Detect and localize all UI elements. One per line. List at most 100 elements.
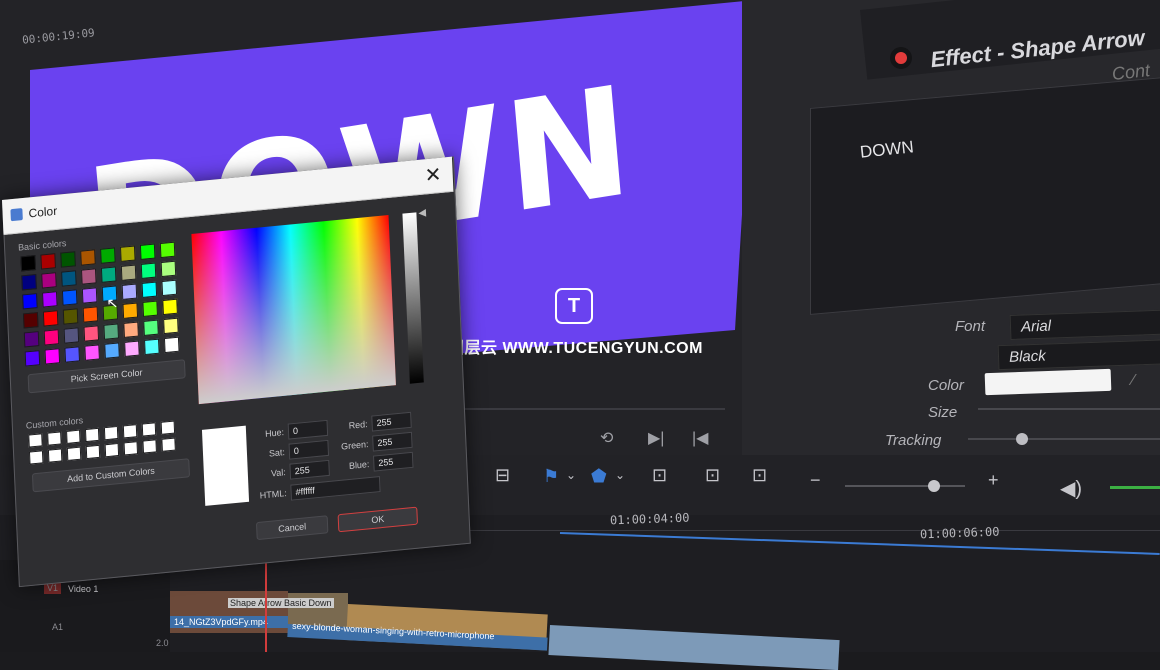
basic-color-swatch[interactable] [61, 270, 77, 287]
custom-color-swatch[interactable] [47, 448, 63, 463]
basic-color-swatch[interactable] [161, 279, 178, 297]
basic-color-swatch[interactable] [123, 321, 139, 338]
basic-color-swatch[interactable] [121, 283, 138, 300]
basic-color-swatch[interactable] [119, 245, 136, 262]
custom-color-swatch[interactable] [28, 433, 43, 448]
basic-color-swatch[interactable] [139, 243, 156, 260]
current-color-preview [201, 425, 250, 506]
custom-color-swatch[interactable] [84, 427, 100, 443]
custom-color-swatch[interactable] [103, 425, 119, 441]
basic-color-swatch[interactable] [82, 306, 99, 323]
custom-color-swatch[interactable] [160, 420, 176, 435]
basic-color-swatch[interactable] [162, 298, 178, 316]
zoom-full-icon[interactable]: ⊡ [652, 465, 667, 486]
custom-color-swatch[interactable] [104, 442, 120, 458]
custom-color-swatch[interactable] [85, 444, 101, 460]
custom-color-swatch[interactable] [161, 437, 176, 452]
basic-color-swatch[interactable] [100, 266, 117, 283]
basic-color-swatch[interactable] [42, 291, 58, 308]
ruler-timecode: 01:00:04:00 [609, 510, 690, 528]
basic-color-swatch[interactable] [120, 264, 137, 281]
basic-color-swatch[interactable] [40, 253, 56, 270]
zoom-slider[interactable] [845, 485, 965, 487]
font-select[interactable]: Arial [1009, 309, 1160, 340]
basic-color-swatch[interactable] [41, 272, 57, 289]
timeline-ruler[interactable] [420, 530, 1160, 531]
basic-color-swatch[interactable] [144, 338, 160, 356]
basic-color-swatch[interactable] [143, 319, 159, 337]
basic-color-swatch[interactable] [160, 260, 177, 278]
basic-color-swatch[interactable] [43, 329, 60, 346]
basic-color-swatch[interactable] [104, 342, 120, 359]
cursor-icon: ↖ [106, 294, 119, 312]
basic-color-swatch[interactable] [140, 262, 157, 280]
custom-color-swatch[interactable] [66, 446, 82, 461]
custom-color-swatch[interactable] [66, 429, 81, 444]
basic-color-swatch[interactable] [61, 289, 78, 306]
basic-color-swatch[interactable] [63, 327, 80, 344]
flag-icon[interactable]: ⚑ [543, 466, 559, 487]
viewer-scrubber[interactable] [420, 408, 725, 410]
basic-color-swatch[interactable] [100, 247, 116, 264]
track-a1-badge[interactable]: A1 [52, 622, 63, 632]
basic-color-swatch[interactable] [163, 317, 179, 335]
basic-color-swatch[interactable] [24, 350, 41, 367]
zoom-out-icon[interactable]: − [810, 470, 821, 491]
basic-colors-grid [20, 241, 184, 370]
tracking-slider-handle[interactable] [1016, 433, 1028, 445]
basic-color-swatch[interactable] [163, 336, 180, 354]
basic-color-swatch[interactable] [22, 293, 38, 310]
zoom-custom-icon[interactable]: ⊡ [752, 465, 767, 486]
basic-color-swatch[interactable] [21, 274, 37, 291]
custom-color-swatch[interactable] [122, 424, 138, 439]
playhead[interactable] [265, 560, 267, 652]
size-slider[interactable] [978, 408, 1160, 410]
custom-color-swatch[interactable] [142, 439, 157, 454]
color-dialog: Color ✕ Basic colors Pick Screen Color ↖… [2, 156, 471, 588]
luminance-handle-icon[interactable]: ◀ [418, 207, 426, 219]
basic-color-swatch[interactable] [81, 287, 98, 304]
basic-color-swatch[interactable] [81, 268, 97, 285]
basic-color-swatch[interactable] [62, 308, 79, 325]
zoom-slider-handle[interactable] [928, 480, 940, 492]
watermark-text: 图层云 WWW.TUCENGYUN.COM [448, 340, 703, 357]
basic-color-swatch[interactable] [64, 346, 81, 363]
custom-color-swatch[interactable] [47, 431, 62, 446]
effect-enable-icon[interactable] [895, 52, 907, 64]
lock-icon[interactable]: ⊟ [495, 465, 510, 486]
eyedropper-icon[interactable]: ⁄ [1132, 372, 1160, 392]
play-forward-icon[interactable]: ▶| [648, 428, 664, 448]
zoom-in-icon[interactable]: + [988, 470, 999, 491]
custom-color-swatch[interactable] [123, 441, 139, 456]
color-swatch-button[interactable] [984, 368, 1112, 396]
basic-color-swatch[interactable] [23, 331, 40, 348]
custom-color-swatch[interactable] [28, 450, 44, 465]
basic-color-swatch[interactable] [80, 249, 96, 266]
chevron-down-icon[interactable]: ⌄ [615, 468, 625, 482]
basic-color-swatch[interactable] [42, 310, 59, 327]
custom-color-swatch[interactable] [141, 422, 157, 437]
basic-color-swatch[interactable] [122, 302, 139, 319]
chevron-down-icon[interactable]: ⌄ [566, 468, 576, 482]
basic-color-swatch[interactable] [142, 300, 158, 318]
basic-color-swatch[interactable] [103, 323, 119, 340]
basic-color-swatch[interactable] [141, 281, 158, 299]
loop-icon[interactable]: ⟲ [600, 428, 613, 448]
tracking-slider[interactable] [968, 438, 1160, 440]
volume-icon[interactable]: ◀) [1060, 476, 1082, 501]
go-start-icon[interactable]: |◀ [692, 428, 708, 448]
basic-color-swatch[interactable] [83, 325, 100, 342]
basic-color-swatch[interactable] [20, 255, 37, 272]
basic-color-swatch[interactable] [84, 344, 100, 361]
basic-color-swatch[interactable] [60, 251, 76, 268]
basic-color-swatch[interactable] [22, 312, 39, 329]
zoom-detail-icon[interactable]: ⊡ [705, 465, 720, 486]
basic-color-swatch[interactable] [124, 340, 140, 357]
text-input-box[interactable] [810, 76, 1160, 315]
marker-icon[interactable]: ⬟ [591, 466, 607, 487]
basic-color-swatch[interactable] [159, 241, 176, 259]
close-icon[interactable]: ✕ [424, 162, 442, 189]
color-spectrum[interactable] [191, 215, 396, 405]
basic-color-swatch[interactable] [44, 348, 61, 365]
volume-level[interactable] [1110, 486, 1160, 489]
